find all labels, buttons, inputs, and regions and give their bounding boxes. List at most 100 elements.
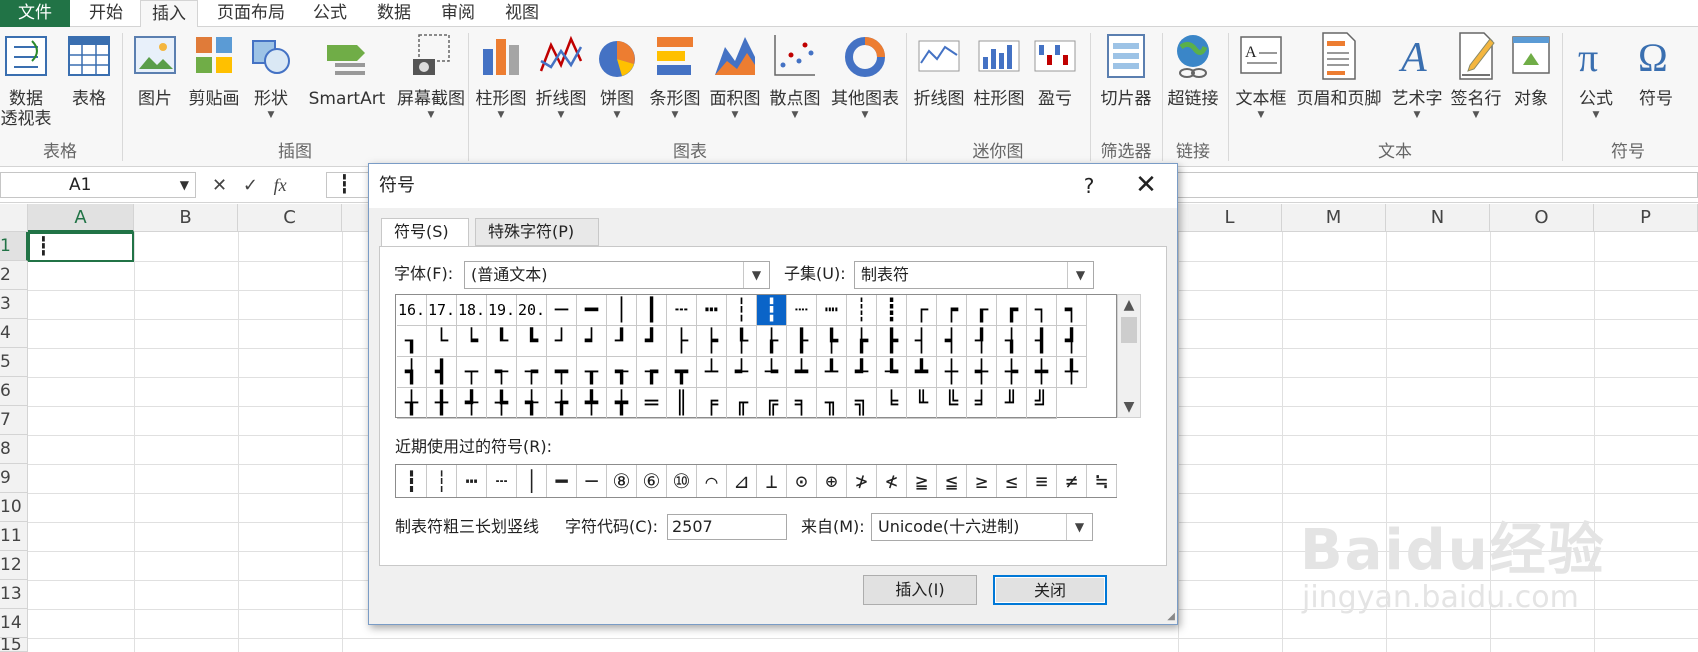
symbol-cell[interactable]: ╜ [997, 388, 1027, 419]
from-select[interactable]: Unicode(十六进制) ▼ [871, 513, 1093, 541]
symbol-cell[interactable]: ┝ [697, 326, 727, 357]
symbol-cell[interactable]: ┠ [787, 326, 817, 357]
cell-a1[interactable]: ┇ [28, 232, 134, 262]
symbol-cell[interactable]: ╗ [847, 388, 877, 419]
header-footer-button[interactable]: 页眉和页脚 [1290, 31, 1388, 109]
recent-symbol-cell[interactable]: ⑧ [607, 465, 637, 497]
column-header-m[interactable]: M [1282, 204, 1386, 232]
equation-button[interactable]: π 公式 ▼ [1570, 31, 1622, 121]
resize-grip-icon[interactable]: ◢ [1167, 611, 1175, 622]
pivot-table-button[interactable]: 数据 透视表 [0, 31, 52, 129]
symbol-cell[interactable]: ┢ [847, 326, 877, 357]
recent-symbol-cell[interactable]: ⑩ [667, 465, 697, 497]
other-charts-button[interactable]: 其他图表 ▼ [826, 31, 904, 121]
symbol-cell[interactable]: ╕ [787, 388, 817, 419]
chevron-down-icon[interactable]: ▼ [743, 262, 769, 288]
recent-symbol-cell[interactable]: ┇ [397, 465, 427, 497]
symbol-cell[interactable]: 16. [397, 295, 427, 326]
area-chart-button[interactable]: 面积图 ▼ [706, 31, 764, 121]
symbol-cell[interactable]: 19. [487, 295, 517, 326]
symbol-cell[interactable]: ┶ [757, 357, 787, 388]
object-button[interactable]: 对象 [1508, 31, 1554, 109]
symbol-cell[interactable]: ┊ [847, 295, 877, 326]
symbol-cell[interactable]: ┧ [997, 326, 1027, 357]
symbol-cell[interactable]: ┌ [907, 295, 937, 326]
tab-home[interactable]: 开始 [78, 0, 134, 27]
symbol-cell[interactable]: ┟ [757, 326, 787, 357]
tab-formulas[interactable]: 公式 [304, 0, 356, 27]
chevron-up-icon[interactable]: ▲ [1118, 295, 1140, 315]
column-header-b[interactable]: B [134, 204, 238, 232]
symbol-cell[interactable]: ┺ [877, 357, 907, 388]
symbol-cell[interactable]: ┻ [907, 357, 937, 388]
chevron-down-icon[interactable]: ▼ [1118, 397, 1140, 417]
clipart-button[interactable]: 剪贴画 [186, 31, 242, 109]
recent-symbol-cell[interactable]: ≦ [937, 465, 967, 497]
close-icon[interactable]: ✕ [1121, 164, 1171, 208]
recent-symbol-cell[interactable]: ┄ [487, 465, 517, 497]
symbol-cell[interactable]: ┍ [937, 295, 967, 326]
recent-symbol-cell[interactable]: ⊕ [817, 465, 847, 497]
symbol-cell[interactable]: ┘ [547, 326, 577, 357]
sparkline-line-button[interactable]: 折线图 [910, 31, 968, 109]
tab-data[interactable]: 数据 [368, 0, 420, 27]
symbol-cell[interactable]: ┣ [877, 326, 907, 357]
recent-symbol-cell[interactable]: ⑥ [637, 465, 667, 497]
symbol-cell[interactable]: ╁ [397, 388, 427, 419]
row-header[interactable]: 11 [0, 522, 28, 551]
recent-symbol-cell[interactable]: ⌒ [697, 465, 727, 497]
insert-button[interactable]: 插入(I) [863, 575, 977, 605]
symbol-cell[interactable]: ┆ [727, 295, 757, 326]
symbol-cell[interactable]: ╔ [757, 388, 787, 419]
chevron-down-icon[interactable]: ▼ [1066, 514, 1092, 540]
symbol-cell[interactable]: 20. [517, 295, 547, 326]
symbol-cell[interactable]: ╚ [937, 388, 967, 419]
symbol-button[interactable]: Ω 符号 [1630, 31, 1682, 109]
help-icon[interactable]: ? [1069, 164, 1109, 208]
symbol-cell[interactable]: ┛ [637, 326, 667, 357]
symbol-cell[interactable]: ┖ [487, 326, 517, 357]
symbol-cell[interactable]: ┎ [967, 295, 997, 326]
symbol-cell[interactable]: ┞ [727, 326, 757, 357]
symbol-grid-scrollbar[interactable]: ▲ ▼ [1117, 294, 1141, 418]
symbol-cell[interactable]: ┬ [457, 357, 487, 388]
font-select[interactable]: (普通文本) ▼ [464, 261, 770, 289]
recent-symbol-cell[interactable]: ⊥ [757, 465, 787, 497]
symbol-cell[interactable]: ┒ [397, 326, 427, 357]
row-header[interactable]: 2 [0, 261, 28, 290]
symbol-cell[interactable]: ┦ [967, 326, 997, 357]
symbol-cell[interactable]: ┙ [577, 326, 607, 357]
symbol-cell[interactable]: ┏ [997, 295, 1027, 326]
symbol-cell[interactable]: ┼ [937, 357, 967, 388]
symbol-cell[interactable]: ┳ [667, 357, 697, 388]
symbol-cell[interactable]: ╆ [547, 388, 577, 419]
row-header[interactable]: 6 [0, 377, 28, 406]
symbol-cell[interactable]: ┤ [907, 326, 937, 357]
symbol-cell[interactable]: ═ [637, 388, 667, 419]
recent-symbol-cell[interactable]: ─ [577, 465, 607, 497]
row-header[interactable]: 10 [0, 493, 28, 522]
insert-function-icon[interactable]: fx [274, 172, 287, 198]
symbol-cell[interactable]: ┕ [457, 326, 487, 357]
symbol-cell[interactable]: ┉ [817, 295, 847, 326]
pie-chart-button[interactable]: 饼图 ▼ [594, 31, 640, 121]
symbol-cell[interactable]: ┗ [517, 326, 547, 357]
enter-icon[interactable]: ✓ [243, 173, 258, 199]
symbol-cell[interactable]: ┱ [607, 357, 637, 388]
symbol-cell[interactable]: └ [427, 326, 457, 357]
tab-special-characters[interactable]: 特殊字符(P) [475, 218, 599, 246]
symbol-cell[interactable]: ┰ [577, 357, 607, 388]
row-header[interactable]: 1 [0, 232, 28, 261]
tab-review[interactable]: 审阅 [432, 0, 484, 27]
sparkline-column-button[interactable]: 柱形图 [970, 31, 1028, 109]
recent-symbol-cell[interactable]: ━ [547, 465, 577, 497]
recent-symbol-cell[interactable]: ≒ [1087, 465, 1117, 497]
row-header[interactable]: 3 [0, 290, 28, 319]
symbol-cell[interactable]: ╅ [517, 388, 547, 419]
recent-symbol-cell[interactable]: ⊙ [787, 465, 817, 497]
symbol-cell[interactable]: ┨ [1027, 326, 1057, 357]
line-chart-button[interactable]: 折线图 ▼ [532, 31, 590, 121]
symbol-cell[interactable]: ║ [667, 388, 697, 419]
signature-line-button[interactable]: 签名行 ▼ [1446, 31, 1506, 121]
close-button[interactable]: 关闭 [993, 575, 1107, 605]
